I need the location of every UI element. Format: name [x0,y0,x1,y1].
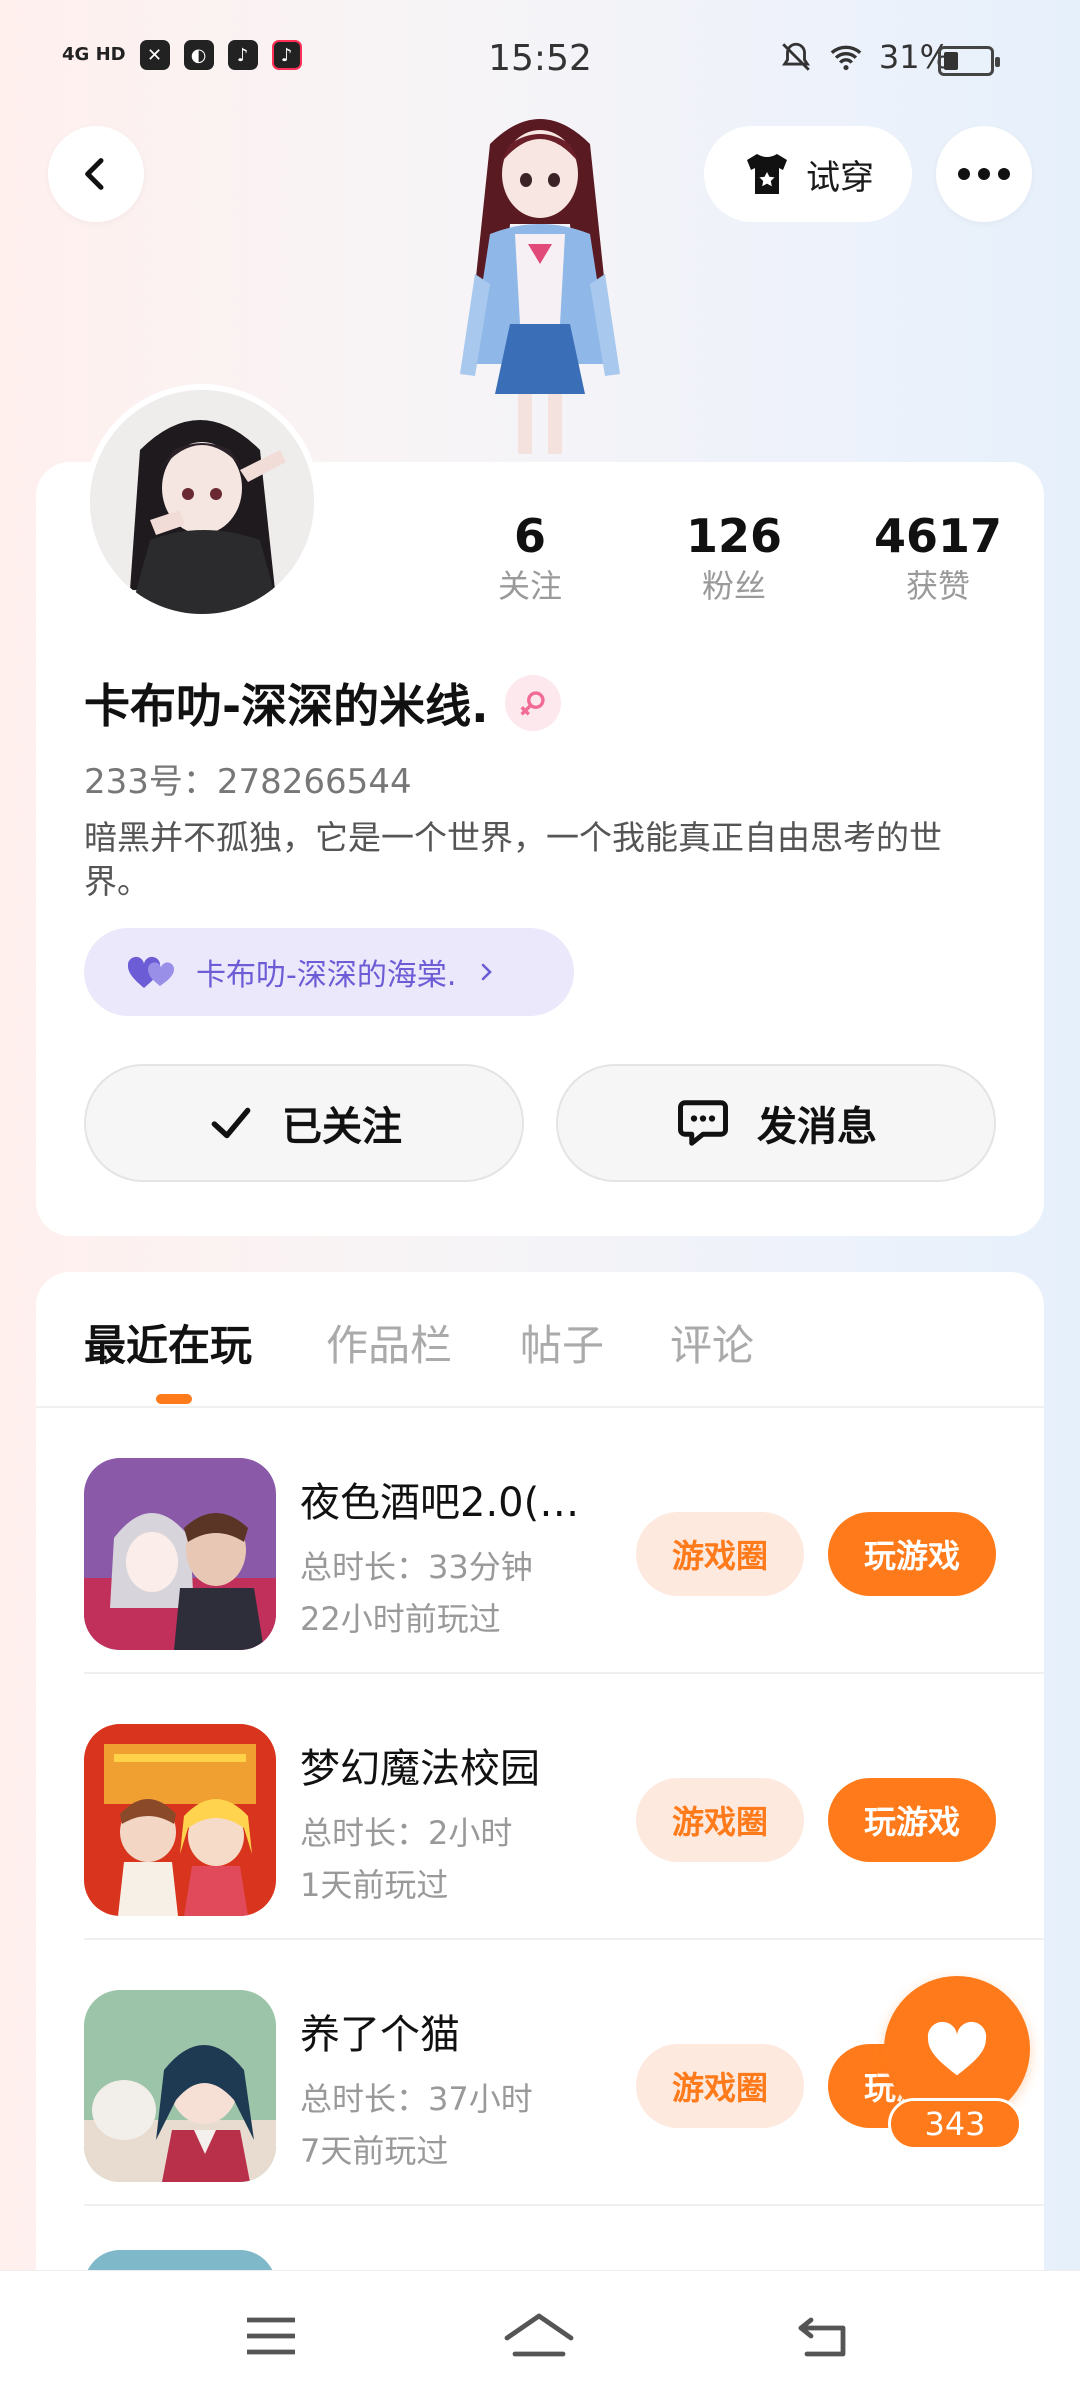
tab-recently-played[interactable]: 最近在玩 [84,1312,252,1373]
menu-icon [247,2317,295,2355]
game-last-played: 7天前玩过 [300,2132,449,2170]
game-title: 养了个猫 [300,2012,460,2058]
send-message-label: 发消息 [757,1104,877,1150]
game-circle-button[interactable]: 游戏圈 [636,1778,804,1862]
try-on-label: 试穿 [806,157,874,198]
female-icon [504,675,561,731]
status-right: 31% [779,38,950,76]
game-icon[interactable] [84,1990,276,2182]
game-icon[interactable] [84,1724,276,1916]
cp-partner-name: 卡布叻-深深的海棠. [196,958,457,993]
more-horizontal-icon [958,168,1010,180]
tab-works[interactable]: 作品栏 [326,1312,452,1373]
game-duration: 总时长：37小时 [300,2080,533,2118]
game-title: 夜色酒吧2.0(… [300,1480,580,1526]
cp-partner-pill[interactable]: 卡布叻-深深的海棠. [84,928,574,1016]
stat-value: 6 [513,509,546,563]
game-circle-button[interactable]: 游戏圈 [636,2044,804,2128]
stat-value: 4617 [873,509,1003,563]
game-last-played: 22小时前玩过 [300,1600,501,1638]
home-icon [504,2313,574,2357]
stat-followers[interactable]: 126 粉丝 [654,508,814,608]
hearts-icon [127,956,174,988]
game-icon[interactable] [84,1458,276,1650]
game-icon[interactable] [84,2250,276,2270]
user-id: 233号：278266544 [84,762,412,802]
username-row: 卡布叻-深深的米线. [84,670,561,736]
stat-value: 126 [685,509,783,563]
stat-label: 关注 [497,567,562,605]
avatar[interactable] [84,384,320,620]
system-nav-bar [0,2270,1080,2400]
user-bio: 暗黑并不孤独，它是一个世界，一个我能真正自由思考的世界。 [84,818,942,901]
more-options-button[interactable] [936,126,1032,222]
game-duration: 总时长：2小时 [300,1814,513,1852]
followed-button[interactable]: 已关注 [84,1064,524,1182]
game-duration: 总时长：33分钟 [300,1548,533,1586]
play-game-button[interactable]: 玩游戏 [828,1778,996,1862]
stat-label: 粉丝 [701,567,766,605]
stat-following[interactable]: 6 关注 [450,508,610,608]
profile-stats: 6 关注 126 粉丝 4617 获赞 [450,508,1020,618]
active-tab-indicator [156,1394,192,1404]
back-button[interactable] [48,126,144,222]
heart-icon [927,2021,987,2076]
game-circle-button[interactable]: 游戏圈 [636,1512,804,1596]
chevron-right-icon [482,963,493,981]
tab-comments[interactable]: 评论 [670,1312,754,1373]
game-last-played: 1天前玩过 [300,1866,449,1904]
chevron-left-icon [85,158,104,190]
home-nav-button[interactable] [494,2301,584,2371]
status-bar: 4G HD ✕ ◐ ♪ ♪ 15:52 31% [0,0,1080,120]
game-list-item[interactable]: 梦幻魔法校园 总时长：2小时 1天前玩过 游戏圈 玩游戏 [36,1674,1044,1940]
chat-bubble-icon [678,1100,728,1146]
followed-label: 已关注 [282,1104,402,1150]
game-list-item[interactable] [36,2206,1044,2270]
hero-avatar-image [420,104,660,464]
game-list-item[interactable]: 夜色酒吧2.0(… 总时长：33分钟 22小时前玩过 游戏圈 玩游戏 [36,1408,1044,1674]
like-count-badge: 343 [888,2098,1022,2150]
play-game-button[interactable]: 玩游戏 [828,1512,996,1596]
tab-posts[interactable]: 帖子 [520,1312,604,1373]
stat-label: 获赞 [905,567,970,605]
try-on-button[interactable]: 试穿 [704,126,912,222]
username: 卡布叻-深深的米线. [84,679,489,733]
battery-icon [938,46,1000,76]
back-arrow-icon [798,2317,846,2357]
game-title: 梦幻魔法校园 [300,1746,540,1792]
tshirt-icon [747,154,787,194]
send-message-button[interactable]: 发消息 [556,1064,996,1182]
check-icon [211,1107,251,1139]
wifi-icon [830,45,862,71]
back-nav-button[interactable] [778,2301,868,2371]
menu-nav-button[interactable] [226,2301,316,2371]
mute-icon [781,42,810,71]
stat-likes[interactable]: 4617 获赞 [858,508,1018,608]
